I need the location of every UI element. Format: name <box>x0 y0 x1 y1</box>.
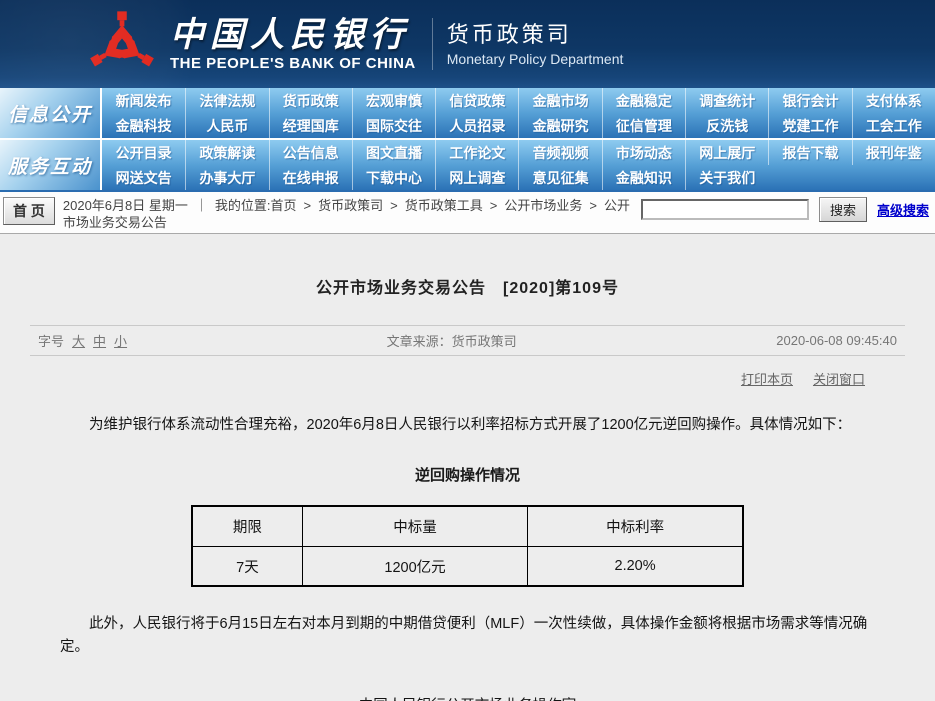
breadcrumb-bar: 首 页 2020年6月8日 星期一 ｜ 我的位置:首页 > 货币政策司 > 货币政策工具 > 公… <box>0 192 935 234</box>
nav-item[interactable]: 新闻发布 <box>102 88 185 113</box>
nav-item[interactable]: 人员招录 <box>435 113 518 138</box>
nav-item[interactable]: 金融稳定 <box>601 88 685 113</box>
search-input[interactable] <box>640 199 809 220</box>
close-window-link[interactable]: 关闭窗口 <box>813 369 865 388</box>
pboc-logo-icon <box>88 11 156 74</box>
nav-group-service: 公开目录 政策解读 公告信息 图文直播 工作论文 音频视频 市场动态 网上展厅 报告下载 报刊年鉴… <box>102 140 935 190</box>
nav-group-info: 新闻发布 法律法规 货币政策 宏观审慎 信贷政策 金融市场 金融稳定 调查统计 银行会计 支付体系… <box>102 88 935 138</box>
font-size-link[interactable]: 大 <box>72 331 85 350</box>
reverse-repo-table: 期限 中标量 中标利率 7天 1200亿元 2.20% <box>191 505 744 588</box>
nav-item[interactable]: 报告下载 <box>768 140 851 165</box>
breadcrumb-separator: > <box>489 198 498 213</box>
article-datetime: 2020-06-08 09:45:40 <box>776 333 897 348</box>
table-header-cell: 中标利率 <box>527 505 744 547</box>
nav-section-info-disclosure[interactable]: 信息公开 <box>0 88 100 138</box>
nav-item[interactable]: 人民币 <box>185 113 268 138</box>
bank-name-en: THE PEOPLE'S BANK OF CHINA <box>170 54 416 72</box>
nav-item[interactable]: 金融市场 <box>518 88 601 113</box>
home-button[interactable]: 首 页 <box>3 197 55 225</box>
nav-item[interactable]: 关于我们 <box>685 165 768 190</box>
nav-item[interactable]: 金融研究 <box>518 113 601 138</box>
nav-item[interactable]: 货币政策 <box>268 88 352 113</box>
table-row: 7天 1200亿元 2.20% <box>191 545 744 587</box>
article-title: 公开市场业务交易公告 [2020]第109号 <box>316 280 619 297</box>
table-cell: 7天 <box>191 545 303 587</box>
page-actions: 打印本页 关闭窗口 <box>30 356 905 388</box>
nav-row-2: 金融科技 人民币 经理国库 国际交往 人员招录 金融研究 征信管理 反洗钱 党建工作 工会工作 <box>102 113 935 138</box>
breadcrumb-pipe-separator: ｜ <box>194 198 208 213</box>
article-paragraph-2: 此外，人民银行将于6月15日左右对本月到期的中期借贷便利（MLF）一次性续做，具… <box>60 616 868 655</box>
nav-row-1: 新闻发布 法律法规 货币政策 宏观审慎 信贷政策 金融市场 金融稳定 调查统计 银行会计 支付体系 <box>102 88 935 113</box>
header-divider <box>431 18 433 70</box>
breadcrumb: 2020年6月8日 星期一 ｜ 我的位置:首页 > 货币政策司 > 货币政策工具 > 公开市场业… <box>63 195 633 231</box>
breadcrumb-link[interactable]: 公开市场业务 <box>504 198 582 213</box>
article-paragraph-1: 为维护银行体系流动性合理充裕，2020年6月8日人民银行以利率招标方式开展了12… <box>89 417 852 433</box>
nav-item[interactable]: 政策解读 <box>185 140 268 165</box>
table-header-row: 期限 中标量 中标利率 <box>191 505 744 547</box>
nav-item[interactable]: 在线申报 <box>268 165 352 190</box>
nav-item[interactable]: 工会工作 <box>851 113 935 138</box>
nav-item[interactable]: 工作论文 <box>435 140 518 165</box>
nav-item[interactable]: 办事大厅 <box>185 165 268 190</box>
nav-item[interactable]: 公告信息 <box>268 140 352 165</box>
nav-item[interactable]: 征信管理 <box>601 113 685 138</box>
nav-item[interactable]: 意见征集 <box>518 165 601 190</box>
nav-item[interactable]: 公开目录 <box>102 140 185 165</box>
font-size-link[interactable]: 小 <box>114 331 127 350</box>
nav-item[interactable]: 网送文告 <box>102 165 185 190</box>
nav-item[interactable]: 反洗钱 <box>685 113 768 138</box>
nav-item[interactable]: 党建工作 <box>768 113 851 138</box>
nav-item[interactable]: 图文直播 <box>351 140 435 165</box>
breadcrumb-separator: > <box>390 198 398 213</box>
article-signature: 中国人民银行公开市场业务操作室 <box>30 694 905 701</box>
nav-item[interactable]: 经理国库 <box>268 113 352 138</box>
table-header-cell: 中标量 <box>301 505 529 547</box>
font-size-link[interactable]: 中 <box>93 331 106 350</box>
nav-item[interactable]: 金融知识 <box>601 165 685 190</box>
breadcrumb-location-prefix[interactable]: 我的位置:首页 <box>215 198 297 213</box>
breadcrumb-link[interactable]: 货币政策司 <box>318 198 383 213</box>
font-size-control: 字号大中小 <box>38 331 127 350</box>
table-header-cell: 期限 <box>191 505 303 547</box>
table-cell: 2.20% <box>527 545 744 587</box>
article-meta-row: 字号大中小 文章来源：货币政策司 2020-06-08 09:45:40 <box>30 325 905 356</box>
breadcrumb-separator: > <box>303 198 312 213</box>
nav-item[interactable]: 法律法规 <box>185 88 268 113</box>
nav-item[interactable]: 国际交往 <box>351 113 435 138</box>
bank-name-cn: 中国人民银行 <box>170 15 410 54</box>
nav-item[interactable]: 网上调查 <box>435 165 518 190</box>
nav-item[interactable]: 音频视频 <box>518 140 601 165</box>
breadcrumb-separator: > <box>589 198 597 213</box>
operation-table-title: 逆回购操作情况 <box>414 467 520 485</box>
search-button[interactable]: 搜索 <box>818 197 867 222</box>
breadcrumb-date: 2020年6月8日 星期一 <box>62 198 188 213</box>
main-navigation: 信息公开 服务互动 新闻发布 法律法规 货币政策 宏观审慎 信贷政策 金融市场 金融稳定 调查… <box>0 88 935 192</box>
nav-item[interactable]: 支付体系 <box>851 88 935 113</box>
nav-item[interactable]: 信贷政策 <box>435 88 518 113</box>
print-page-link[interactable]: 打印本页 <box>741 369 793 388</box>
article-source: 文章来源：货币政策司 <box>386 334 517 349</box>
department-name-cn: 货币政策司 <box>446 21 572 47</box>
font-size-label: 字号 <box>38 334 65 349</box>
nav-section-service-interaction[interactable]: 服务互动 <box>0 140 100 190</box>
nav-item[interactable]: 银行会计 <box>768 88 851 113</box>
nav-row-4: 网送文告 办事大厅 在线申报 下载中心 网上调查 意见征集 金融知识 关于我们 <box>102 165 935 190</box>
department-name-en: Monetary Policy Department <box>446 50 624 67</box>
nav-item[interactable]: 市场动态 <box>601 140 685 165</box>
nav-item[interactable]: 调查统计 <box>685 88 768 113</box>
nav-item[interactable]: 网上展厅 <box>685 140 768 165</box>
site-header: 中国人民银行 THE PEOPLE'S BANK OF CHINA 货币政策司 … <box>0 0 935 88</box>
article-content: 公开市场业务交易公告 [2020]第109号 字号大中小 文章来源：货币政策司 … <box>0 274 935 701</box>
nav-item[interactable]: 金融科技 <box>102 113 185 138</box>
breadcrumb-link[interactable]: 货币政策工具 <box>405 198 483 213</box>
nav-item[interactable]: 下载中心 <box>351 165 435 190</box>
nav-item[interactable]: 宏观审慎 <box>351 88 435 113</box>
table-cell: 1200亿元 <box>301 545 529 587</box>
advanced-search-link[interactable]: 高级搜索 <box>877 200 929 219</box>
nav-item[interactable]: 报刊年鉴 <box>851 140 935 165</box>
nav-row-3: 公开目录 政策解读 公告信息 图文直播 工作论文 音频视频 市场动态 网上展厅 报告下载 报刊年鉴 <box>102 140 935 165</box>
